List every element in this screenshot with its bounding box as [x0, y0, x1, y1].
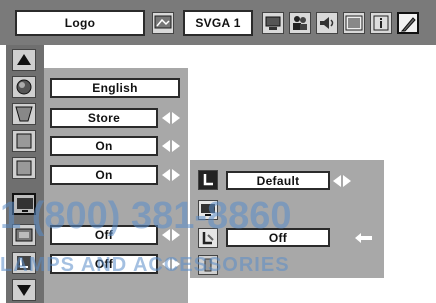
option3-adjust-arrows[interactable] [162, 229, 184, 241]
image-icon[interactable] [343, 12, 365, 34]
left-arrow-icon[interactable] [162, 140, 170, 152]
right-arrow-icon[interactable] [172, 140, 180, 152]
option1-field[interactable]: On [50, 136, 158, 156]
monitor-icon[interactable] [198, 200, 218, 220]
language-field[interactable]: English [50, 78, 180, 98]
mode-adjust-arrows[interactable] [333, 175, 355, 187]
option4-value: Off [94, 257, 114, 271]
option1-adjust-arrows[interactable] [162, 140, 184, 152]
option3-field[interactable]: Off [50, 225, 158, 245]
value-value: Off [268, 230, 288, 245]
down-arrow-icon[interactable] [12, 279, 36, 301]
language-value: English [92, 81, 138, 95]
option4-field[interactable]: Off [50, 254, 158, 274]
pc-icon[interactable] [262, 12, 284, 34]
left-arrow-icon[interactable] [162, 169, 170, 181]
picture-adjust-icon[interactable] [152, 12, 174, 34]
logo-label: Logo [64, 16, 96, 30]
color-circle-icon[interactable] [12, 76, 36, 98]
sound-icon[interactable] [316, 12, 338, 34]
value-field[interactable]: Off [226, 228, 330, 247]
option4-adjust-arrows[interactable] [162, 258, 184, 270]
square-icon[interactable] [12, 157, 36, 179]
square-icon[interactable] [12, 130, 36, 152]
right-arrow-icon[interactable] [172, 258, 180, 270]
option2-value: On [95, 168, 113, 182]
option3-value: Off [94, 228, 114, 242]
logo-field[interactable]: Logo [15, 10, 145, 36]
lamp-mode-icon[interactable] [198, 228, 218, 248]
pen-icon[interactable] [397, 12, 419, 34]
info-icon[interactable] [370, 12, 392, 34]
right-arrow-icon[interactable] [172, 112, 180, 124]
up-arrow-icon[interactable] [12, 49, 36, 71]
right-arrow-icon[interactable] [172, 229, 180, 241]
right-arrow-icon[interactable] [343, 175, 351, 187]
option2-field[interactable]: On [50, 165, 158, 185]
keystone-icon[interactable] [12, 103, 36, 125]
resolution-field[interactable]: SVGA 1 [183, 10, 253, 36]
store-field[interactable]: Store [50, 108, 158, 128]
monitor-icon[interactable] [12, 193, 36, 215]
mode-value: Default [256, 173, 300, 188]
letter-l-icon[interactable] [198, 170, 218, 190]
left-arrow-icon[interactable] [162, 229, 170, 241]
store-value: Store [87, 111, 121, 125]
people-icon[interactable] [289, 12, 311, 34]
back-arrow-icon[interactable] [352, 231, 374, 243]
option1-value: On [95, 139, 113, 153]
store-adjust-arrows[interactable] [162, 112, 184, 124]
left-arrow-icon[interactable] [333, 175, 341, 187]
mode-field[interactable]: Default [226, 171, 330, 190]
lamp-icon[interactable] [198, 255, 218, 275]
right-arrow-icon[interactable] [172, 169, 180, 181]
option2-adjust-arrows[interactable] [162, 169, 184, 181]
left-arrow-icon[interactable] [162, 258, 170, 270]
letter-l-icon[interactable] [12, 252, 36, 274]
left-arrow-icon[interactable] [162, 112, 170, 124]
resolution-label: SVGA 1 [195, 16, 241, 30]
tv-icon[interactable] [12, 224, 36, 246]
